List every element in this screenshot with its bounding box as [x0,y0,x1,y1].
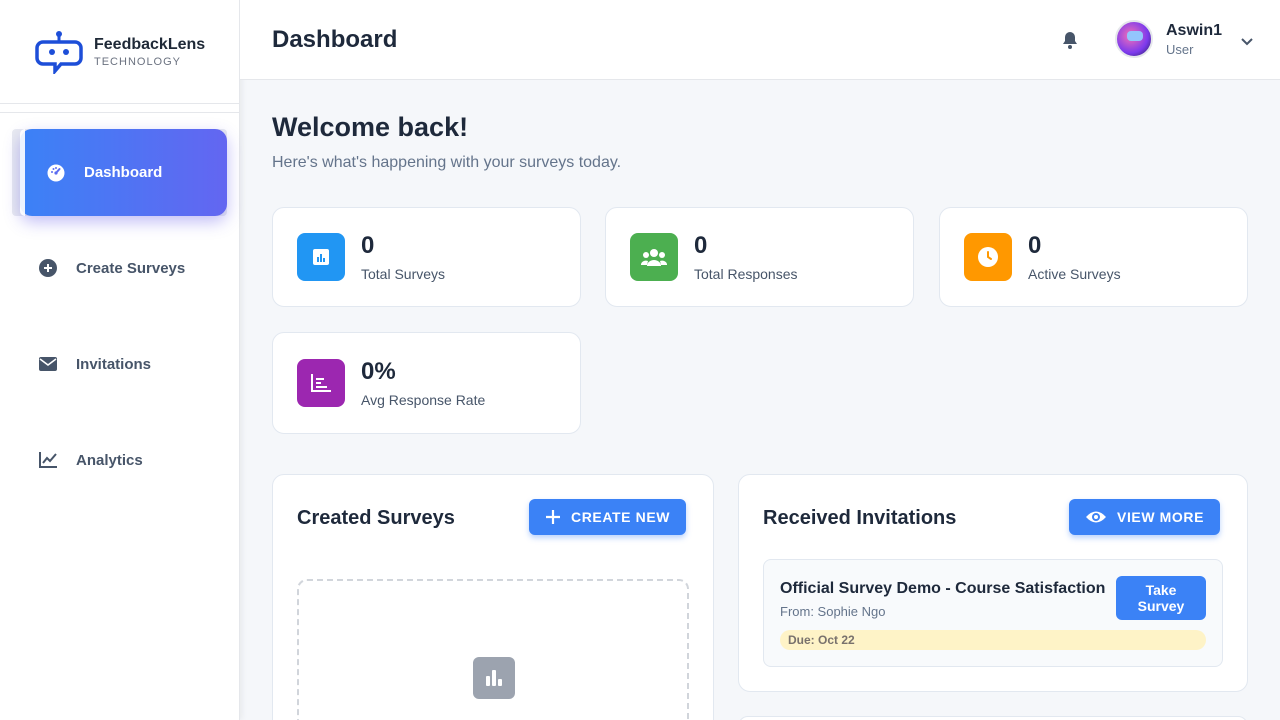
welcome-title: Welcome back! [272,112,469,142]
stat-card-total-surveys: 0 Total Surveys [272,207,581,307]
plus-circle-icon [38,258,58,278]
user-role: User [1166,41,1194,57]
eye-icon [1085,509,1107,525]
bar-chart-icon [297,233,345,281]
brand-name: FeedbackLens [94,35,206,53]
empty-state [297,579,689,720]
created-surveys-card: Created Surveys CREATE NEW [272,474,714,720]
due-date-badge: Due: Oct 22 [780,630,1206,650]
stat-card-avg-response-rate: 0% Avg Response Rate [272,332,581,434]
page-title: Dashboard [272,25,398,53]
stat-label: Total Surveys [361,266,446,282]
user-name: Aswin1 [1166,21,1223,39]
sidebar-item-invitations[interactable]: Invitations [0,320,240,408]
sidebar-item-create-surveys[interactable]: Create Surveys [0,224,240,312]
create-new-label: CREATE NEW [571,509,671,525]
notification-bell-icon[interactable] [1060,30,1080,50]
view-more-label: VIEW MORE [1117,509,1205,525]
envelope-icon [38,354,58,374]
stat-label: Avg Response Rate [361,392,486,408]
stat-card-active-surveys: 0 Active Surveys [939,207,1248,307]
sidebar-item-label: Dashboard [84,164,163,181]
dashboard-gauge-icon [46,163,66,183]
stat-card-total-responses: 0 Total Responses [605,207,914,307]
sidebar-item-label: Invitations [76,355,152,373]
line-chart-icon [38,450,58,470]
invitation-title: Official Survey Demo - Course Satisfacti… [780,580,1106,597]
brand[interactable]: FeedbackLens TECHNOLOGY [0,0,239,104]
sidebar: FeedbackLens TECHNOLOGY Dashboard Create… [0,0,240,720]
stat-value: 0 [1028,232,1042,259]
chevron-down-icon[interactable] [1240,34,1254,52]
sidebar-item-analytics[interactable]: Analytics [0,416,240,504]
top-header: Dashboard Aswin1 User [240,0,1280,80]
stat-label: Active Surveys [1028,266,1121,282]
take-survey-label-line1: Take [1145,582,1177,598]
brand-subtitle: TECHNOLOGY [94,55,182,68]
stat-label: Total Responses [694,266,798,282]
sidebar-item-label: Create Surveys [76,259,186,277]
invitation-item[interactable]: Official Survey Demo - Course Satisfacti… [763,559,1223,667]
sidebar-nav: Dashboard Create Surveys Invitations Ana… [0,128,240,512]
stat-value: 0% [361,358,396,385]
clock-icon [964,233,1012,281]
people-icon [630,233,678,281]
create-new-button[interactable]: CREATE NEW [529,499,687,535]
view-more-button[interactable]: VIEW MORE [1069,499,1221,535]
take-survey-label-line2: Survey [1137,598,1185,614]
robot-logo-icon [34,27,84,77]
divider [0,112,239,113]
avatar [1115,20,1153,58]
user-menu[interactable]: Aswin1 User [1115,20,1222,58]
card-title: Created Surveys [297,507,455,529]
chart-icon [297,359,345,407]
welcome-subtitle: Here's what's happening with your survey… [272,154,622,171]
plus-icon [545,509,561,525]
sidebar-item-label: Analytics [76,451,143,469]
received-invitations-card: Received Invitations VIEW MORE Official … [738,474,1248,692]
stat-value: 0 [694,232,708,259]
invitation-from: From: Sophie Ngo [780,604,886,619]
stat-value: 0 [361,232,375,259]
next-card [738,716,1248,720]
bar-chart-icon [473,657,515,699]
take-survey-button[interactable]: Take Survey [1116,576,1206,620]
card-title: Received Invitations [763,507,957,529]
sidebar-item-dashboard[interactable]: Dashboard [20,129,227,216]
